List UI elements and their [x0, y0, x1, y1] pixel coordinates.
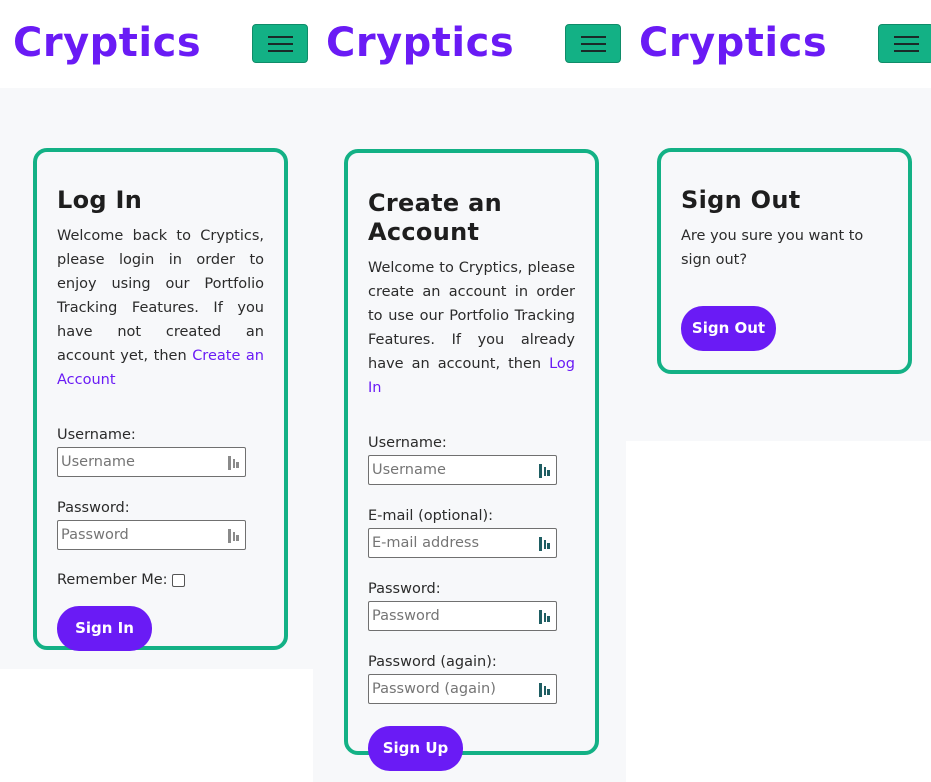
page-content: Create an Account Welcome to Cryptics, p…: [313, 88, 626, 782]
password-manager-key-icon[interactable]: [228, 456, 240, 470]
signout-title: Sign Out: [681, 186, 801, 214]
sign-up-button[interactable]: Sign Up: [368, 726, 463, 771]
password-manager-key-icon[interactable]: [228, 529, 240, 543]
menu-toggle-button[interactable]: [565, 24, 621, 63]
password-manager-key-icon[interactable]: [539, 464, 551, 478]
signup-card: Create an Account Welcome to Cryptics, p…: [344, 149, 599, 771]
signout-card: Sign Out Are you sure you want to sign o…: [657, 148, 912, 374]
password-again-field[interactable]: [368, 674, 557, 704]
username-input[interactable]: [369, 456, 529, 484]
hamburger-menu-icon: [268, 36, 293, 38]
username-field[interactable]: [57, 447, 246, 477]
signout-screen: Cryptics Sign Out Are you sure you want …: [626, 0, 931, 441]
brand-logo[interactable]: Cryptics: [326, 18, 514, 68]
signup-form: Username: E-mail (optional): Password:: [368, 434, 575, 771]
username-field[interactable]: [368, 455, 557, 485]
password-manager-key-icon[interactable]: [539, 537, 551, 551]
password-input[interactable]: [58, 521, 218, 549]
login-card: Log In Welcome back to Cryptics, please …: [33, 148, 288, 651]
signout-description: Are you sure you want to sign out?: [681, 228, 864, 268]
signup-description: Welcome to Cryptics, please create an ac…: [368, 260, 576, 396]
email-field[interactable]: [368, 528, 557, 558]
brand-logo[interactable]: Cryptics: [13, 18, 201, 68]
brand-logo[interactable]: Cryptics: [639, 18, 827, 68]
username-input[interactable]: [58, 448, 218, 476]
navbar: Cryptics: [0, 0, 313, 88]
navbar: Cryptics: [313, 0, 626, 88]
password-field[interactable]: [368, 601, 557, 631]
hamburger-menu-icon: [894, 36, 919, 38]
menu-toggle-button[interactable]: [878, 24, 931, 63]
navbar: Cryptics: [626, 0, 931, 88]
password-manager-key-icon[interactable]: [539, 683, 551, 697]
username-label: Username:: [57, 427, 136, 443]
login-description: Welcome back to Cryptics, please login i…: [57, 228, 264, 388]
remember-me-label: Remember Me:: [57, 572, 168, 588]
page-content: Log In Welcome back to Cryptics, please …: [0, 88, 313, 669]
login-title: Log In: [57, 186, 143, 214]
email-label: E-mail (optional):: [368, 508, 494, 524]
remember-me-checkbox[interactable]: [171, 573, 185, 587]
password-field[interactable]: [57, 520, 246, 550]
password-manager-key-icon[interactable]: [539, 610, 551, 624]
sign-in-button[interactable]: Sign In: [57, 606, 152, 651]
page-content: Sign Out Are you sure you want to sign o…: [626, 88, 931, 441]
password-label: Password:: [368, 581, 441, 597]
remember-me: Remember Me:: [57, 572, 264, 588]
password-label: Password:: [57, 500, 130, 516]
login-form: Username: Password: Remember Me:: [57, 426, 264, 651]
login-screen: Cryptics Log In Welcome back to Cryptics…: [0, 0, 313, 669]
username-label: Username:: [368, 435, 447, 451]
sign-out-button[interactable]: Sign Out: [681, 306, 776, 351]
signup-screen: Cryptics Create an Account Welcome to Cr…: [313, 0, 626, 782]
hamburger-menu-icon: [581, 36, 606, 38]
password-again-label: Password (again):: [368, 654, 497, 670]
signup-title: Create an Account: [368, 189, 503, 246]
email-input[interactable]: [369, 529, 529, 557]
menu-toggle-button[interactable]: [252, 24, 308, 63]
password-again-input[interactable]: [369, 675, 529, 703]
password-input[interactable]: [369, 602, 529, 630]
